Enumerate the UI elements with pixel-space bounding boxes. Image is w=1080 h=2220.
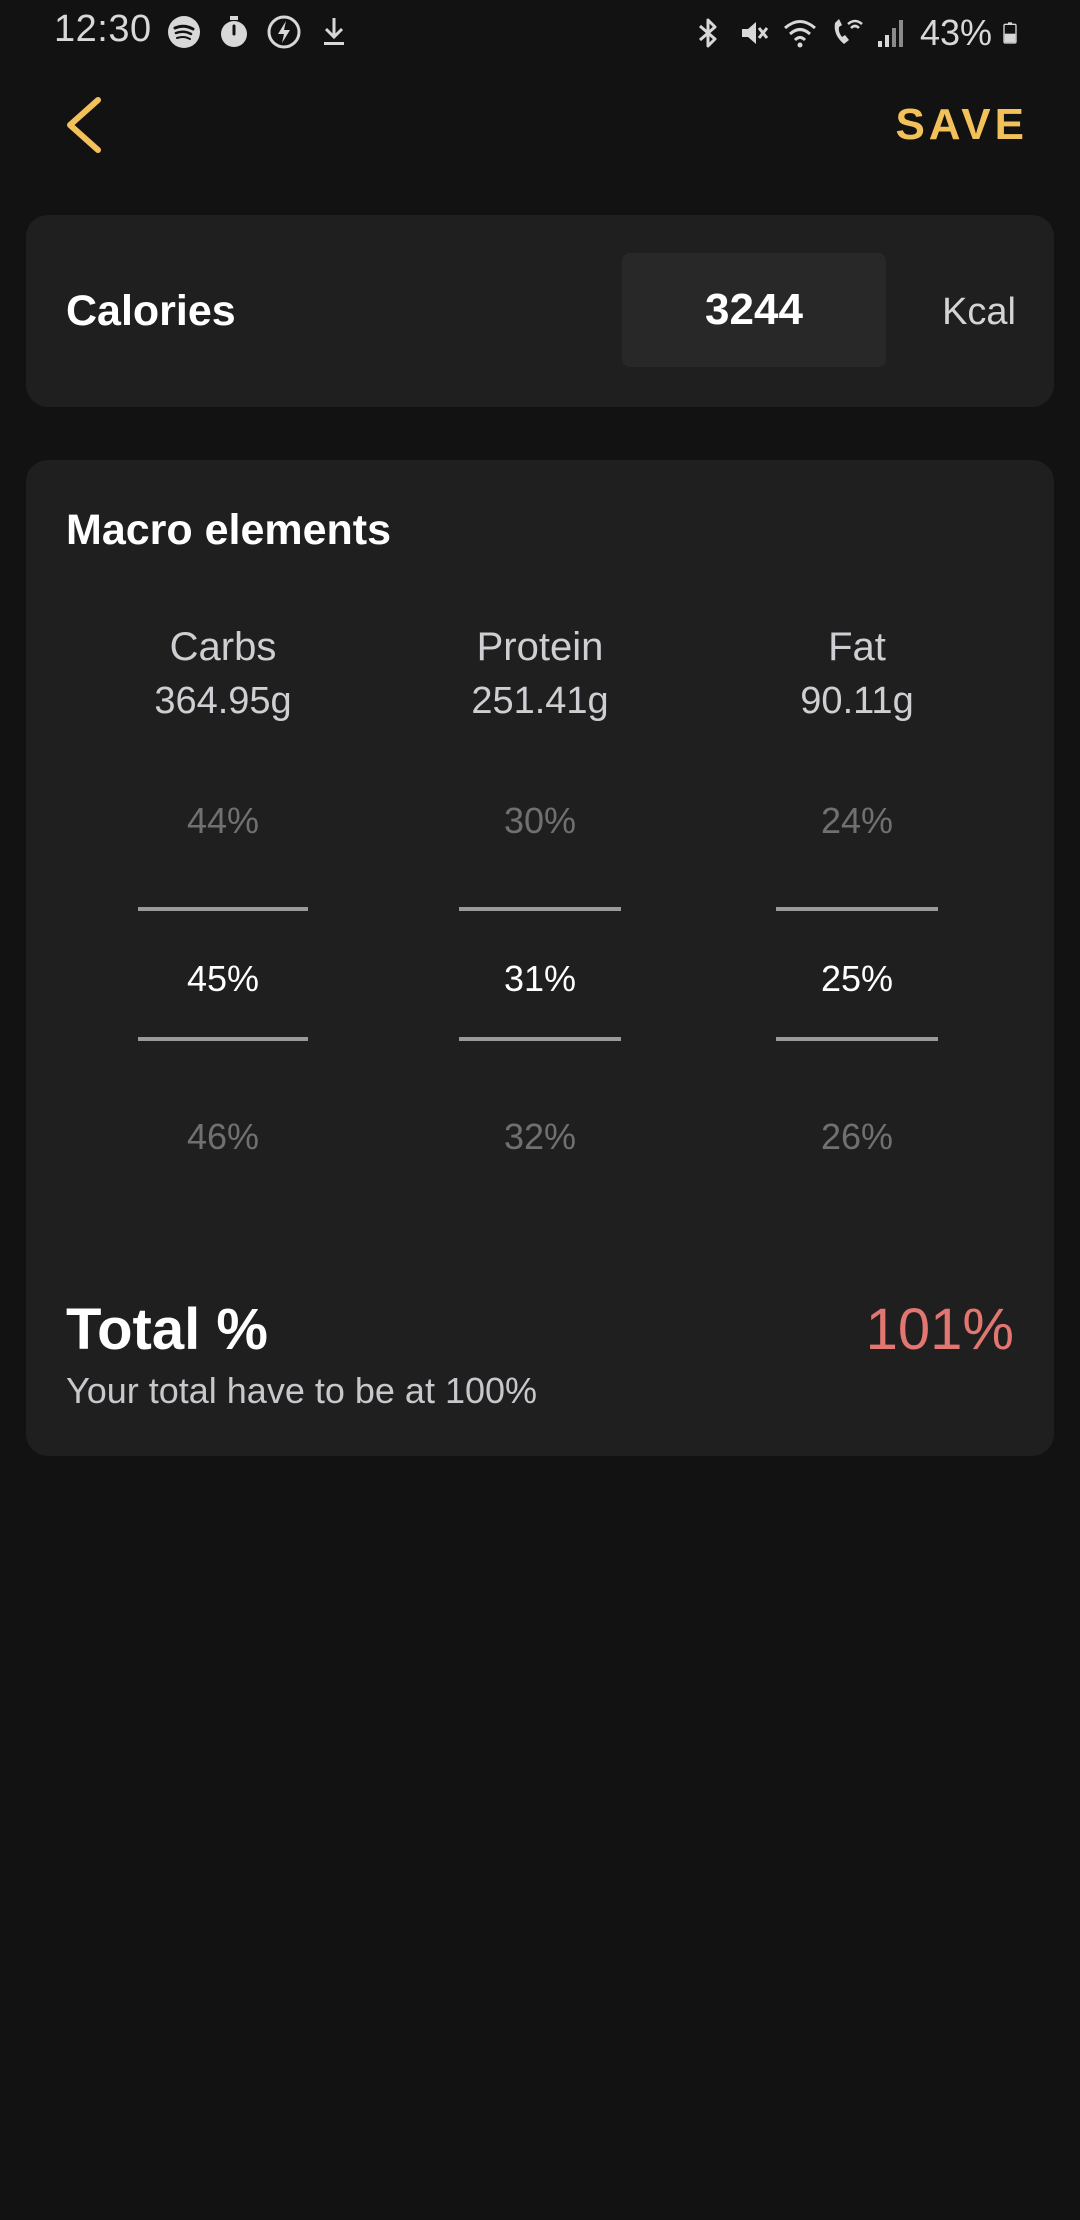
status-bar: 12:30 43% bbox=[0, 0, 1080, 66]
picker-option-above[interactable]: 24% bbox=[707, 800, 1007, 842]
picker-divider bbox=[138, 907, 308, 911]
picker-divider bbox=[459, 1037, 621, 1041]
vibrate-mute-icon bbox=[741, 22, 769, 44]
picker-option-below[interactable]: 32% bbox=[390, 1116, 690, 1158]
picker-option-below[interactable]: 26% bbox=[707, 1116, 1007, 1158]
calories-input[interactable]: 3244 bbox=[622, 253, 886, 367]
back-button[interactable] bbox=[56, 90, 116, 160]
picker-option-selected[interactable]: 45% bbox=[73, 958, 373, 1000]
calories-label: Calories bbox=[66, 287, 236, 335]
macro-grams: 364.95g bbox=[154, 680, 292, 722]
picker-divider bbox=[459, 907, 621, 911]
macro-name: Carbs bbox=[169, 625, 277, 669]
calories-unit: Kcal bbox=[942, 291, 1016, 333]
macro-carbs-header: Carbs 364.95g bbox=[73, 620, 373, 728]
picker-option-selected[interactable]: 31% bbox=[390, 958, 690, 1000]
battery-icon bbox=[1003, 22, 1017, 44]
status-time: 12:30 bbox=[54, 8, 152, 50]
picker-option-above[interactable]: 30% bbox=[390, 800, 690, 842]
signal-icon bbox=[877, 20, 903, 47]
fat-percent-picker[interactable]: 24% 25% 26% bbox=[707, 780, 1007, 1260]
macro-grams: 251.41g bbox=[471, 680, 609, 722]
macro-card: Macro elements Carbs 364.95g 44% 45% 46%… bbox=[26, 460, 1054, 1456]
protein-percent-picker[interactable]: 30% 31% 32% bbox=[390, 780, 690, 1260]
flash-icon bbox=[267, 15, 301, 49]
wifi-icon bbox=[783, 20, 816, 48]
picker-divider bbox=[138, 1037, 308, 1041]
battery-percent: 43% bbox=[919, 12, 992, 53]
picker-divider bbox=[776, 907, 938, 911]
spotify-icon bbox=[168, 16, 200, 48]
carbs-percent-picker[interactable]: 44% 45% 46% bbox=[73, 780, 373, 1260]
macro-grams: 90.11g bbox=[800, 680, 914, 722]
macro-name: Protein bbox=[476, 625, 604, 669]
save-button[interactable]: SAVE bbox=[895, 100, 1028, 150]
macro-title: Macro elements bbox=[66, 506, 392, 554]
download-icon bbox=[324, 18, 344, 45]
calories-card: Calories 3244 Kcal bbox=[26, 215, 1054, 407]
chevron-left-icon bbox=[67, 97, 101, 153]
bluetooth-icon bbox=[698, 18, 717, 48]
picker-option-above[interactable]: 44% bbox=[73, 800, 373, 842]
wifi-calling-icon bbox=[834, 19, 863, 44]
picker-option-selected[interactable]: 25% bbox=[707, 958, 1007, 1000]
total-value: 101% bbox=[865, 1297, 1014, 1362]
macro-name: Fat bbox=[828, 625, 886, 669]
status-left-icons bbox=[166, 14, 352, 50]
picker-option-below[interactable]: 46% bbox=[73, 1116, 373, 1158]
macro-protein-header: Protein 251.41g bbox=[390, 620, 690, 728]
status-right-icons: 43% bbox=[690, 12, 1026, 54]
total-label: Total % bbox=[66, 1297, 268, 1362]
total-hint: Your total have to be at 100% bbox=[66, 1370, 538, 1411]
macro-fat-header: Fat 90.11g bbox=[707, 620, 1007, 728]
picker-divider bbox=[776, 1037, 938, 1041]
stopwatch-icon bbox=[221, 16, 247, 47]
